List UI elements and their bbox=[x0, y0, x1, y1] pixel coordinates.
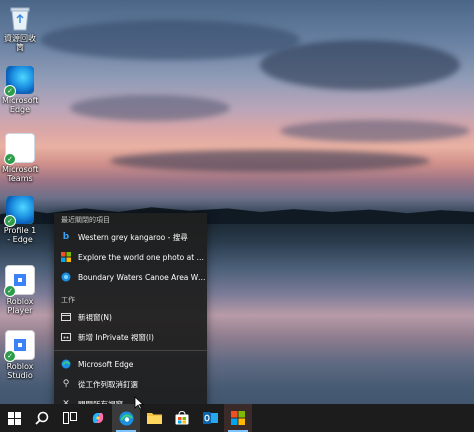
windows-spotlight-icon bbox=[231, 411, 245, 425]
wallpaper-cloud bbox=[280, 120, 470, 142]
tasks-header: 工作 bbox=[61, 296, 75, 304]
jump-list-divider bbox=[54, 350, 207, 351]
windows-spotlight-icon bbox=[61, 252, 71, 262]
taskbar bbox=[0, 404, 474, 432]
wallpaper-cloud bbox=[260, 40, 460, 90]
edge-icon bbox=[119, 411, 133, 425]
copilot-button[interactable] bbox=[84, 404, 112, 432]
app-launch-edge[interactable]: Microsoft Edge bbox=[54, 354, 207, 374]
recent-header: 最近關閉的項目 bbox=[61, 216, 110, 224]
roblox-studio-icon: ✓ bbox=[4, 330, 35, 362]
desktop-icon-roblox-studio[interactable]: ✓ Roblox Studio bbox=[2, 330, 38, 380]
desktop-icon-recycle-bin[interactable]: 資源回收筒 bbox=[2, 4, 38, 52]
desktop-icon-label: Microsoft Edge bbox=[2, 96, 39, 114]
task-view-icon bbox=[63, 412, 77, 424]
sync-check-icon: ✓ bbox=[4, 215, 16, 227]
app-action-label: 從工作列取消釘選 bbox=[78, 379, 138, 389]
desktop-icon-label: Roblox Studio bbox=[6, 362, 34, 380]
copilot-icon bbox=[92, 413, 104, 423]
desktop-icon-edge[interactable]: ✓ Microsoft Edge bbox=[2, 66, 38, 114]
outlook-button[interactable] bbox=[196, 404, 224, 432]
search-button[interactable] bbox=[28, 404, 56, 432]
wallpaper-cloud bbox=[110, 150, 430, 172]
task-new-window[interactable]: 新視窗(N) bbox=[54, 307, 207, 327]
recent-item[interactable]: b Western grey kangaroo - 搜尋 bbox=[54, 227, 207, 247]
teams-icon: ✓ bbox=[4, 133, 35, 165]
sync-check-icon: ✓ bbox=[4, 85, 16, 97]
unpin-from-taskbar[interactable]: ⚲ 從工作列取消釘選 bbox=[54, 374, 207, 394]
unpin-icon: ⚲ bbox=[62, 379, 70, 389]
store-button[interactable] bbox=[168, 404, 196, 432]
desktop-icon-label: 資源回收筒 bbox=[4, 34, 36, 52]
folder-icon bbox=[146, 413, 162, 424]
file-explorer-button[interactable] bbox=[140, 404, 168, 432]
sync-check-icon: ✓ bbox=[4, 350, 16, 362]
desktop-icon-edge-profile[interactable]: ✓ Profile 1 - Edge bbox=[2, 196, 38, 244]
wallpaper-cloud bbox=[40, 20, 300, 60]
task-label: 新增 InPrivate 視窗(I) bbox=[78, 332, 154, 342]
recent-item[interactable]: Boundary Waters Canoe Area Wilde... bbox=[54, 267, 207, 287]
wallpaper-cloud bbox=[70, 95, 230, 121]
spotlight-button[interactable] bbox=[224, 404, 252, 432]
new-window-icon bbox=[61, 312, 71, 322]
roblox-player-icon: ✓ bbox=[4, 265, 35, 297]
search-icon bbox=[35, 411, 49, 425]
sync-check-icon: ✓ bbox=[4, 153, 16, 165]
recent-item-label: Explore the world one photo at a ti... bbox=[78, 252, 207, 262]
edge-icon bbox=[61, 359, 71, 369]
edge-icon: ✓ bbox=[4, 66, 34, 97]
task-view-button[interactable] bbox=[56, 404, 84, 432]
mouse-cursor-icon bbox=[134, 396, 144, 410]
desktop-icon-label: Roblox Player bbox=[6, 297, 34, 315]
app-action-label: Microsoft Edge bbox=[78, 359, 134, 369]
windows-start-icon bbox=[7, 411, 21, 425]
desktop-icon-label: Microsoft Teams bbox=[2, 165, 39, 183]
edge-jump-list: 最近關閉的項目 b Western grey kangaroo - 搜尋 Exp… bbox=[54, 213, 207, 409]
inprivate-icon bbox=[61, 332, 71, 342]
recycle-bin-icon bbox=[6, 4, 34, 32]
desktop-icon-label: Profile 1 - Edge bbox=[3, 226, 37, 244]
sync-check-icon: ✓ bbox=[4, 285, 16, 297]
recent-item-label: Western grey kangaroo - 搜尋 bbox=[78, 232, 188, 242]
store-icon bbox=[175, 411, 189, 425]
desktop-icon-roblox-player[interactable]: ✓ Roblox Player bbox=[2, 265, 38, 315]
bing-icon bbox=[61, 272, 71, 282]
edge-profile-icon: ✓ bbox=[4, 196, 34, 227]
bing-icon: b bbox=[62, 232, 70, 242]
task-new-inprivate[interactable]: 新增 InPrivate 視窗(I) bbox=[54, 327, 207, 347]
outlook-icon bbox=[202, 412, 218, 424]
desktop-icon-teams[interactable]: ✓ Microsoft Teams bbox=[2, 133, 38, 183]
recent-item-label: Boundary Waters Canoe Area Wilde... bbox=[78, 272, 207, 282]
start-button[interactable] bbox=[0, 404, 28, 432]
task-label: 新視窗(N) bbox=[78, 312, 112, 322]
recent-item[interactable]: Explore the world one photo at a ti... bbox=[54, 247, 207, 267]
